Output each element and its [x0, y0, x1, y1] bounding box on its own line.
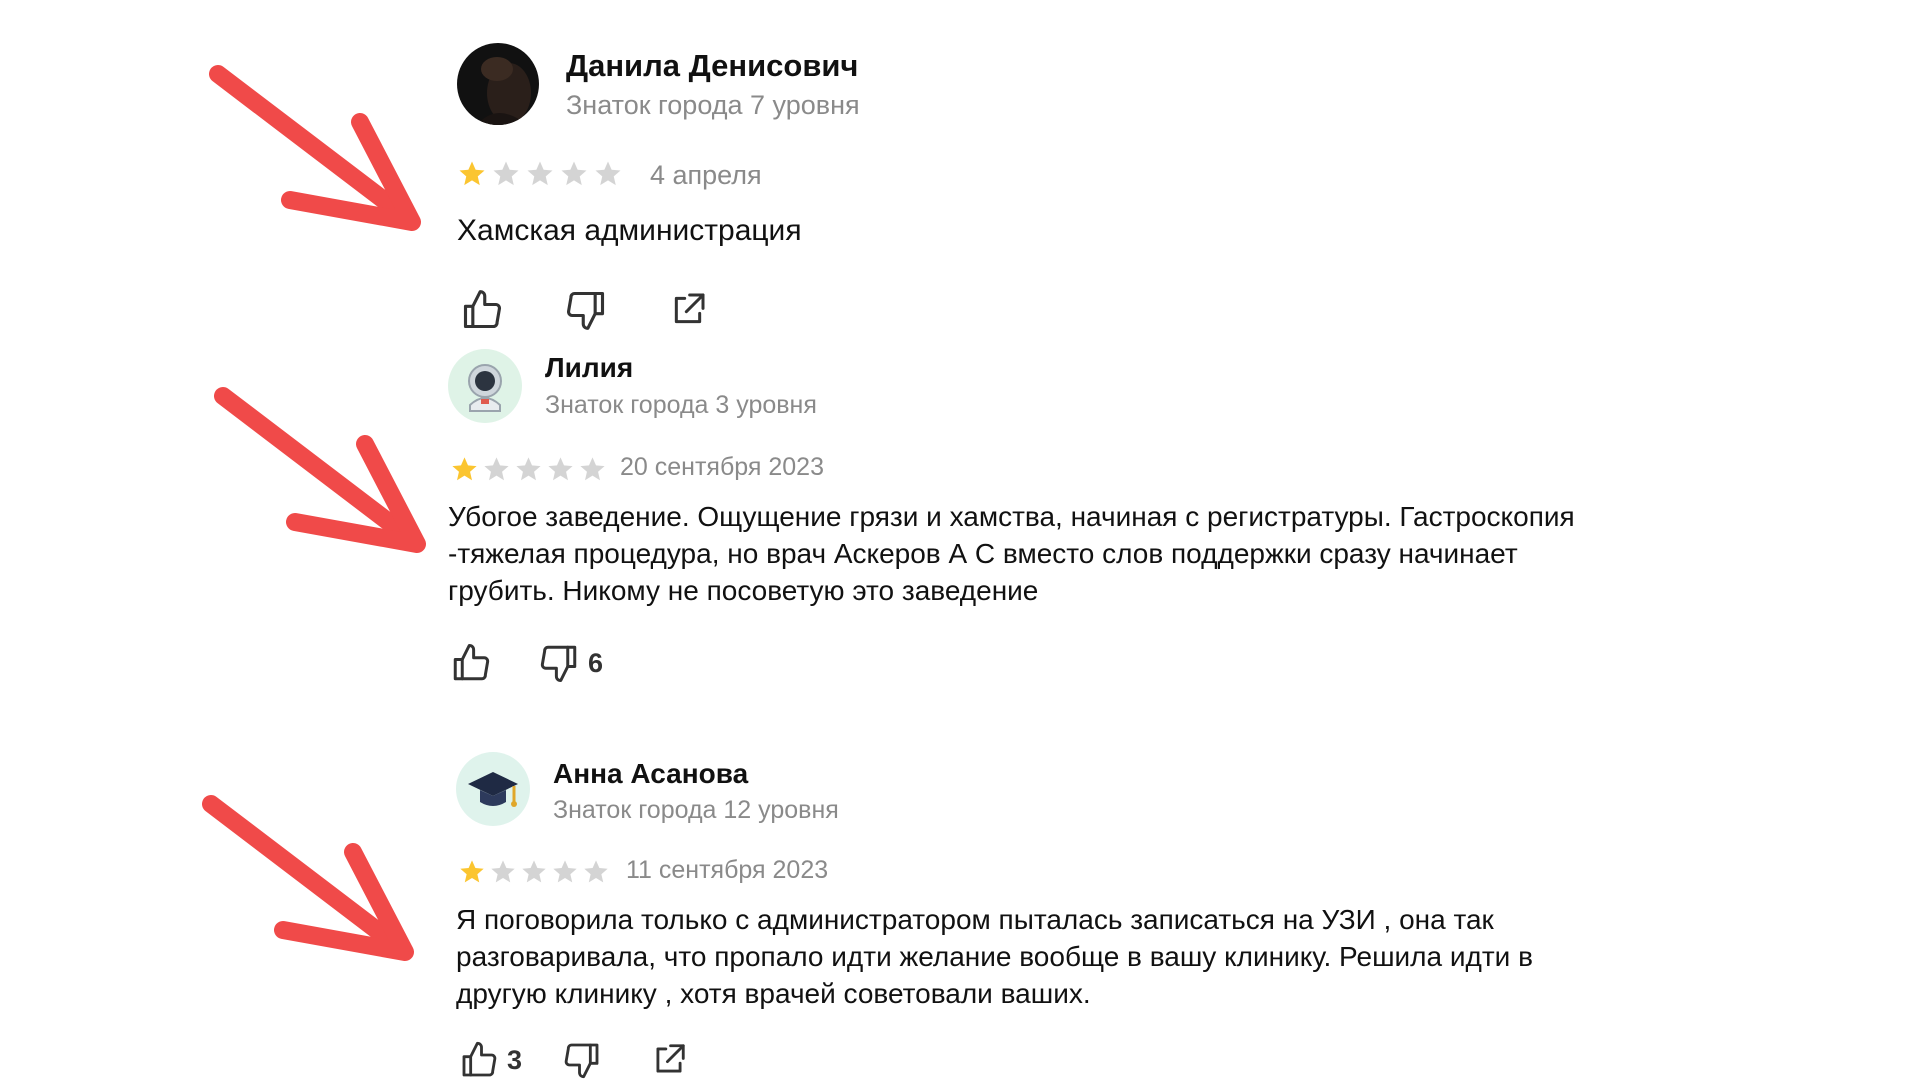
- star-empty-icon: [516, 457, 541, 481]
- author-level: Знаток города 3 уровня: [545, 391, 817, 419]
- dislike-button[interactable]: [564, 288, 616, 332]
- rating-stars: [458, 858, 610, 886]
- star-empty-icon: [580, 457, 605, 481]
- review-author[interactable]: Лилия: [545, 352, 633, 384]
- review-actions: [460, 288, 708, 332]
- like-button[interactable]: 3: [459, 1040, 522, 1080]
- star-filled-icon: [459, 161, 485, 186]
- thumbs-down-icon: [567, 291, 605, 330]
- review-text: Убогое заведение. Ощущение грязи и хамст…: [448, 501, 1575, 606]
- thumbs-down-icon: [540, 645, 577, 682]
- star-empty-icon: [522, 860, 546, 883]
- star-empty-icon: [527, 161, 553, 186]
- thumbs-up-icon: [453, 644, 490, 681]
- annotation-arrow-1: [209, 65, 421, 231]
- star-empty-icon: [561, 161, 587, 186]
- rating-stars: [457, 159, 623, 189]
- review-author[interactable]: Данила Денисович: [566, 48, 858, 84]
- review-date: 20 сентября 2023: [620, 453, 824, 481]
- review-date: 4 апреля: [650, 160, 762, 190]
- like-button[interactable]: [460, 288, 512, 332]
- share-icon: [656, 1044, 685, 1073]
- thumbs-up-icon: [462, 1041, 497, 1077]
- dislike-button[interactable]: 6: [538, 642, 603, 684]
- like-button[interactable]: [450, 642, 500, 684]
- rating-stars: [450, 455, 607, 484]
- dislike-button[interactable]: [562, 1040, 610, 1080]
- share-button[interactable]: [650, 1041, 688, 1079]
- star-filled-icon: [460, 860, 484, 883]
- like-count: 3: [507, 1044, 523, 1075]
- star-empty-icon: [595, 161, 621, 186]
- dislike-count: 6: [588, 647, 604, 678]
- author-level: Знаток города 7 уровня: [566, 90, 860, 120]
- star-empty-icon: [584, 860, 608, 883]
- graduation-cap-avatar[interactable]: [456, 752, 530, 826]
- star-empty-icon: [484, 457, 509, 481]
- star-filled-icon: [452, 457, 477, 481]
- author-level: Знаток города 12 уровня: [553, 796, 839, 824]
- astronaut-avatar[interactable]: [448, 349, 522, 423]
- review-text: Хамская администрация: [457, 214, 802, 247]
- share-icon: [674, 293, 705, 324]
- thumbs-down-icon: [564, 1043, 599, 1079]
- share-button[interactable]: [668, 290, 708, 330]
- review-actions: 6: [450, 642, 603, 684]
- review-date: 11 сентября 2023: [626, 856, 829, 884]
- review-actions: 3: [459, 1040, 688, 1080]
- star-empty-icon: [491, 860, 515, 883]
- star-empty-icon: [493, 161, 519, 186]
- annotation-arrow-3: [202, 795, 414, 961]
- review-author[interactable]: Анна Асанова: [553, 758, 748, 790]
- thumbs-up-icon: [463, 290, 501, 329]
- annotation-arrow-2: [214, 387, 426, 553]
- star-empty-icon: [553, 860, 577, 883]
- review-text: Я поговорила только с администратором пы…: [456, 904, 1533, 1009]
- star-empty-icon: [548, 457, 573, 481]
- user-photo-avatar[interactable]: [457, 43, 539, 125]
